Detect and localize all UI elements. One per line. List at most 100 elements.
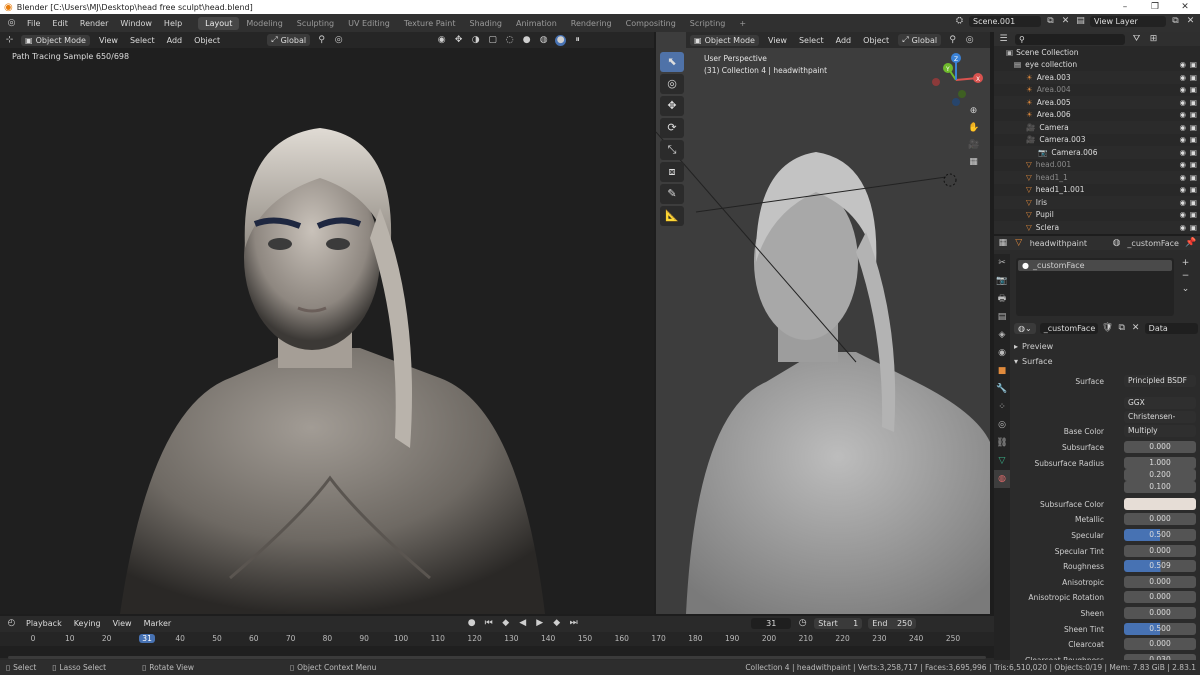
prev-key-icon[interactable]: ◆ (500, 618, 511, 629)
outliner-row[interactable]: ☀ Area.004 ◉ ▣ (994, 83, 1200, 96)
outliner-row[interactable]: ☀ Area.003 ◉ ▣ (994, 71, 1200, 84)
outliner-row[interactable]: ☀ Area.005 ◉ ▣ (994, 96, 1200, 109)
blender-menu-icon[interactable]: ◎ (6, 18, 17, 29)
render-toggle-icon[interactable]: ▣ (1190, 110, 1197, 119)
duplicate-material-icon[interactable]: ⧉ (1117, 323, 1127, 334)
tab-layout[interactable]: Layout (198, 16, 240, 30)
shader-field-value[interactable]: 0.000 (1124, 638, 1196, 650)
add-workspace-button[interactable]: + (732, 17, 753, 30)
left-menu-select[interactable]: Select (127, 36, 158, 45)
render-toggle-icon[interactable]: ▣ (1190, 173, 1197, 182)
left-mode-dropdown[interactable]: ▣ Object Mode (21, 34, 90, 46)
new-collection-icon[interactable]: ⊞ (1148, 34, 1159, 45)
timeline-menu-keying[interactable]: Keying (71, 619, 104, 628)
shader-field-value[interactable]: 0.000 (1124, 545, 1196, 557)
visibility-icon[interactable]: ◉ (436, 35, 447, 46)
jump-start-icon[interactable]: ⏮ (483, 618, 494, 629)
delete-scene-icon[interactable]: ✕ (1060, 16, 1071, 27)
eye-icon[interactable]: ◉ (1179, 123, 1186, 132)
move-icon[interactable]: ✥ (660, 96, 684, 116)
eye-icon[interactable]: ◉ (1179, 160, 1186, 169)
camera-view-icon[interactable]: 🎥 (968, 140, 979, 151)
right-menu-add[interactable]: Add (833, 36, 855, 45)
solid-viewport[interactable]: ▣ Object Mode View Select Add Object ⤢ Glo… (656, 32, 990, 614)
render-toggle-icon[interactable]: ▣ (1190, 123, 1197, 132)
left-menu-add[interactable]: Add (164, 36, 186, 45)
outliner-search-input[interactable]: ⚲ (1015, 33, 1125, 45)
timeline-scrollbar[interactable] (8, 656, 986, 659)
material-browse-button[interactable]: ◍⌄ (1014, 323, 1036, 334)
outliner-row[interactable]: ▽ Iris ◉ ▣ (994, 196, 1200, 209)
outliner-row[interactable]: ▽ head1_1.001 ◉ ▣ (994, 183, 1200, 196)
particles-tab-icon[interactable]: ⁘ (994, 398, 1010, 416)
tab-sculpting[interactable]: Sculpting (290, 17, 341, 30)
surface-panel-header[interactable]: ▾ Surface (1014, 357, 1053, 366)
outliner-root[interactable]: ▣ Scene Collection (994, 46, 1200, 59)
shader-field-value[interactable]: 0.000 (1124, 513, 1196, 525)
eye-icon[interactable]: ◉ (1179, 110, 1186, 119)
start-frame-field[interactable]: Start 1 (814, 617, 863, 629)
left-transform-orientation[interactable]: ⤢ Global (267, 34, 311, 46)
tab-compositing[interactable]: Compositing (619, 17, 683, 30)
ortho-grid-icon[interactable]: ▦ (968, 157, 979, 168)
tab-uv-editing[interactable]: UV Editing (341, 17, 397, 30)
proportional-edit-icon[interactable]: ◎ (333, 35, 344, 46)
outliner-row[interactable]: ▤ eye collection ◉ ▣ (994, 58, 1200, 71)
scale-icon[interactable]: ⤡ (660, 140, 684, 160)
unlink-material-icon[interactable]: ✕ (1131, 323, 1141, 334)
shading-solid-icon[interactable]: ● (521, 35, 532, 46)
delete-view-layer-icon[interactable]: ✕ (1185, 16, 1196, 27)
shader-field-value[interactable]: 0.000 (1124, 576, 1196, 588)
render-viewport[interactable]: ⊹ ▣ Object Mode View Select Add Object ⤢ G… (0, 32, 654, 614)
render-toggle-icon[interactable]: ▣ (1190, 60, 1197, 69)
shader-field-value[interactable] (1124, 498, 1196, 510)
overlay-icon[interactable]: ◑ (470, 35, 481, 46)
pause-render-icon[interactable]: ⏸ (572, 35, 583, 46)
timeline-menu-view[interactable]: View (110, 619, 135, 628)
fake-user-icon[interactable]: 🛡 (1102, 323, 1113, 334)
copy-view-layer-icon[interactable]: ⧉ (1170, 16, 1181, 27)
pin-icon[interactable]: 📌 (1185, 238, 1196, 249)
subsurface-method-dropdown[interactable]: Christensen-Burley (1124, 411, 1196, 433)
eye-icon[interactable]: ◉ (1179, 223, 1186, 232)
right-menu-view[interactable]: View (765, 36, 790, 45)
modifier-tab-icon[interactable]: 🔧 (994, 380, 1010, 398)
shader-field-value[interactable]: Multiply (1124, 425, 1196, 437)
tab-modeling[interactable]: Modeling (239, 17, 289, 30)
material-slot-item[interactable]: ● _customFace (1018, 260, 1172, 271)
play-icon[interactable]: ▶ (534, 618, 545, 629)
record-icon[interactable]: ● (466, 618, 477, 629)
shading-material-icon[interactable]: ◍ (538, 35, 549, 46)
right-menu-object[interactable]: Object (860, 36, 892, 45)
eye-icon[interactable]: ◉ (1179, 173, 1186, 182)
end-frame-field[interactable]: End 250 (868, 617, 917, 629)
shader-field-value[interactable]: 0.000 (1124, 607, 1196, 619)
maximize-button[interactable]: ❐ (1140, 0, 1170, 14)
eye-icon[interactable]: ◉ (1179, 60, 1186, 69)
rotate-icon[interactable]: ⟳ (660, 118, 684, 138)
tab-rendering[interactable]: Rendering (564, 17, 619, 30)
render-toggle-icon[interactable]: ▣ (1190, 98, 1197, 107)
scene-tab-icon[interactable]: ◈ (994, 326, 1010, 344)
physics-tab-icon[interactable]: ◎ (994, 416, 1010, 434)
minimize-button[interactable]: – (1110, 0, 1140, 14)
timeline-menu-playback[interactable]: Playback (23, 619, 65, 628)
material-slot-list[interactable]: ● _customFace (1016, 258, 1174, 316)
shader-field-value[interactable]: 0.500 (1124, 529, 1196, 541)
shader-field-value[interactable]: 0.500 (1124, 623, 1196, 635)
close-button[interactable]: ✕ (1170, 0, 1200, 14)
eye-icon[interactable]: ◉ (1179, 198, 1186, 207)
add-slot-icon[interactable]: + (1180, 258, 1191, 269)
left-menu-object[interactable]: Object (191, 36, 223, 45)
render-toggle-icon[interactable]: ▣ (1190, 148, 1197, 157)
link-mode-dropdown[interactable]: Data (1144, 323, 1199, 334)
output-tab-icon[interactable]: 🖶 (994, 290, 1010, 308)
eye-icon[interactable]: ◉ (1179, 148, 1186, 157)
pan-hand-icon[interactable]: ✋ (968, 123, 979, 134)
jump-end-icon[interactable]: ⏭ (568, 618, 579, 629)
next-key-icon[interactable]: ◆ (551, 618, 562, 629)
menu-render[interactable]: Render (74, 19, 114, 28)
navigation-gizmo[interactable]: X Y Z (928, 52, 984, 108)
constraints-tab-icon[interactable]: ⛓ (994, 434, 1010, 452)
outliner-row[interactable]: ▽ head1_1 ◉ ▣ (994, 171, 1200, 184)
